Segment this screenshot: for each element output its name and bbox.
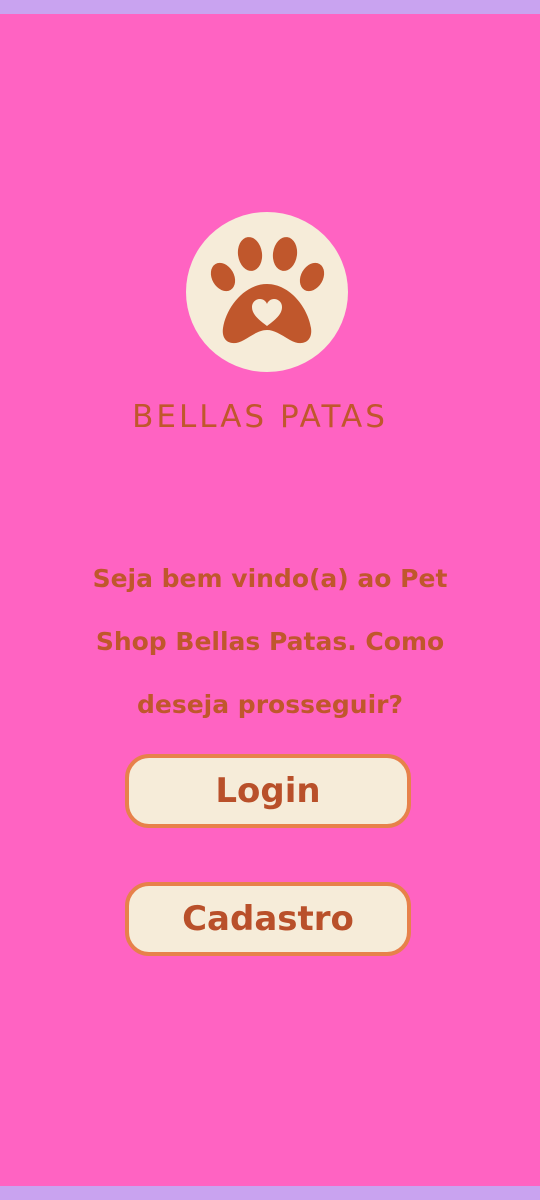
signup-button[interactable]: Cadastro (125, 882, 411, 956)
brand-name: BELLAS PATAS (132, 399, 388, 435)
welcome-screen: BELLAS PATAS Seja bem vindo(a) ao Pet Sh… (0, 14, 540, 1186)
paw-heart-icon (210, 237, 325, 344)
welcome-message: Seja bem vindo(a) ao Pet Shop Bellas Pat… (92, 564, 448, 719)
login-button[interactable]: Login (125, 754, 411, 828)
logo-badge (186, 212, 348, 372)
